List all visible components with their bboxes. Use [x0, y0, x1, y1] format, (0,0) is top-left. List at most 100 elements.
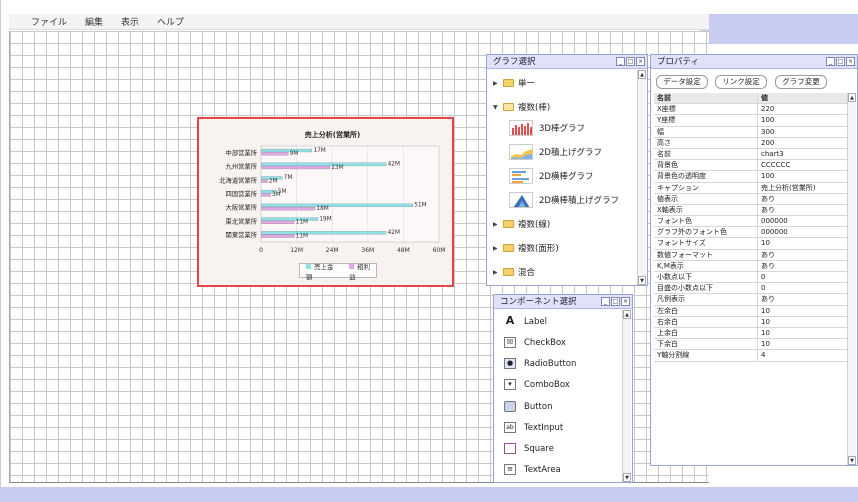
- property-row[interactable]: 凡例表示 あり: [654, 294, 854, 306]
- property-row[interactable]: 小数点以下 0: [654, 272, 854, 284]
- graph-type-2d-stacked[interactable]: 2D積上げグラフ: [509, 144, 602, 160]
- tree-folder-multi-area[interactable]: ▶ 複数(面形): [493, 242, 559, 254]
- property-row[interactable]: フォントサイズ 10: [654, 238, 854, 250]
- legend-item-sales: 売上金額: [306, 261, 339, 281]
- property-row[interactable]: グラフ外のフォント色 000000: [654, 227, 854, 239]
- minimize-icon[interactable]: _: [616, 57, 625, 66]
- property-value[interactable]: 10: [758, 238, 854, 248]
- menu-help[interactable]: ヘルプ: [157, 15, 184, 28]
- property-value[interactable]: あり: [758, 205, 854, 215]
- close-icon[interactable]: ×: [621, 297, 630, 306]
- close-icon[interactable]: ×: [636, 57, 645, 66]
- scroll-up-icon[interactable]: ▲: [848, 93, 856, 102]
- property-value[interactable]: 10: [758, 339, 854, 349]
- close-icon[interactable]: ×: [846, 57, 855, 66]
- tree-folder-multi-bar[interactable]: ▼ 複数(棒): [493, 101, 550, 113]
- component-item-textarea[interactable]: ≡ TextArea: [504, 464, 561, 475]
- restore-icon[interactable]: □: [836, 57, 845, 66]
- property-row[interactable]: 背景色の透明度 100: [654, 171, 854, 183]
- property-row[interactable]: X軸表示 あり: [654, 204, 854, 217]
- property-value[interactable]: 000000: [758, 216, 854, 226]
- property-row[interactable]: 右余白 10: [654, 316, 854, 328]
- minimize-icon[interactable]: _: [601, 297, 610, 306]
- property-row[interactable]: 下余白 10: [654, 339, 854, 351]
- property-row[interactable]: 高さ 200: [654, 137, 854, 149]
- expand-arrow-icon[interactable]: ▶: [493, 80, 499, 87]
- property-row[interactable]: 上余白 10: [654, 327, 854, 340]
- property-row[interactable]: K,M表示 あり: [654, 260, 854, 272]
- property-row[interactable]: 名前 chart3: [654, 148, 854, 161]
- property-value[interactable]: 10: [758, 317, 854, 327]
- menu-view[interactable]: 表示: [121, 15, 139, 28]
- property-value[interactable]: 0: [758, 283, 854, 293]
- property-value[interactable]: 4: [758, 350, 854, 360]
- property-row[interactable]: Y軸分割線 4: [654, 350, 854, 362]
- component-panel-scrollbar[interactable]: ▲ ▼: [622, 310, 631, 482]
- property-row[interactable]: 左余白 10: [654, 305, 854, 317]
- component-item-checkbox[interactable]: ☒ CheckBox: [504, 337, 566, 348]
- property-value[interactable]: 300: [758, 127, 854, 137]
- property-row[interactable]: 値表示 あり: [654, 193, 854, 205]
- minimize-icon[interactable]: _: [826, 57, 835, 66]
- expand-arrow-icon[interactable]: ▶: [493, 269, 499, 276]
- property-value[interactable]: 000000: [758, 227, 854, 237]
- component-item-combobox[interactable]: ▾ ComboBox: [504, 379, 570, 390]
- property-row[interactable]: X座標 220: [654, 104, 854, 116]
- property-value[interactable]: 0: [758, 272, 854, 282]
- expand-arrow-icon[interactable]: ▶: [493, 221, 499, 228]
- graph-type-2d-horizontal[interactable]: 2D横棒グラフ: [509, 168, 593, 184]
- property-value[interactable]: 10: [758, 306, 854, 316]
- component-panel-window-buttons: _ □ ×: [601, 297, 630, 306]
- menu-file[interactable]: ファイル: [31, 15, 67, 28]
- property-row[interactable]: フォント色 000000: [654, 216, 854, 228]
- property-value[interactable]: あり: [758, 261, 854, 271]
- property-row[interactable]: Y座標 100: [654, 115, 854, 127]
- restore-icon[interactable]: □: [611, 297, 620, 306]
- component-item-label[interactable]: A Label: [504, 315, 547, 327]
- graph-type-3d-bar[interactable]: 3D棒グラフ: [509, 120, 585, 136]
- tree-folder-single[interactable]: ▶ 単一: [493, 77, 535, 89]
- component-item-button[interactable]: Button: [504, 401, 552, 412]
- property-value[interactable]: chart3: [758, 149, 854, 159]
- property-value[interactable]: あり: [758, 294, 854, 304]
- collapse-arrow-icon[interactable]: ▼: [493, 104, 499, 111]
- link-settings-button[interactable]: リンク設定: [715, 75, 767, 89]
- component-item-textinput[interactable]: ab TextInput: [504, 422, 563, 433]
- data-settings-button[interactable]: データ設定: [656, 75, 708, 89]
- change-graph-button[interactable]: グラフ変更: [775, 75, 827, 89]
- property-row[interactable]: 幅 300: [654, 126, 854, 138]
- scroll-down-icon[interactable]: ▼: [848, 456, 856, 465]
- chart-component[interactable]: 売上分析(営業所) 0 12M 24M 36M 48M 60M 中部営業所 17M 9M 九州営業…: [197, 117, 454, 287]
- property-row[interactable]: キャプション 売上分析(営業所): [654, 182, 854, 194]
- component-item-square[interactable]: Square: [504, 443, 554, 454]
- property-row[interactable]: 数値フォーマット あり: [654, 249, 854, 261]
- property-value[interactable]: 売上分析(営業所): [758, 183, 854, 193]
- property-value[interactable]: 100: [758, 115, 854, 125]
- scroll-up-icon[interactable]: ▲: [623, 310, 631, 319]
- property-name: 小数点以下: [654, 272, 758, 283]
- graph-panel-scrollbar[interactable]: ▲ ▼: [637, 70, 646, 285]
- category-label: 北海道営業所: [219, 175, 257, 184]
- tree-folder-multi-line[interactable]: ▶ 複数(線): [493, 218, 550, 230]
- scroll-up-icon[interactable]: ▲: [638, 70, 646, 79]
- scroll-down-icon[interactable]: ▼: [638, 276, 646, 285]
- property-value[interactable]: 200: [758, 138, 854, 148]
- property-value[interactable]: 220: [758, 104, 854, 114]
- radiobutton-icon: ●: [504, 358, 516, 369]
- property-value[interactable]: あり: [758, 250, 854, 260]
- tree-folder-mixed[interactable]: ▶ 混合: [493, 266, 535, 278]
- restore-icon[interactable]: □: [626, 57, 635, 66]
- property-value[interactable]: 10: [758, 328, 854, 338]
- property-row[interactable]: 目盛の小数点以下 0: [654, 283, 854, 295]
- scroll-down-icon[interactable]: ▼: [623, 473, 631, 482]
- expand-arrow-icon[interactable]: ▶: [493, 245, 499, 252]
- property-row[interactable]: 背景色 CCCCCC: [654, 160, 854, 172]
- data-label: 51M: [414, 203, 426, 209]
- property-value[interactable]: CCCCCC: [758, 160, 854, 170]
- properties-scrollbar[interactable]: ▲ ▼: [847, 93, 856, 465]
- component-item-radiobutton[interactable]: ● RadioButton: [504, 358, 576, 369]
- property-value[interactable]: あり: [758, 194, 854, 204]
- graph-type-2d-horizontal-stacked[interactable]: 2D横棒積上げグラフ: [509, 192, 619, 208]
- property-value[interactable]: 100: [758, 171, 854, 181]
- menu-edit[interactable]: 編集: [85, 15, 103, 28]
